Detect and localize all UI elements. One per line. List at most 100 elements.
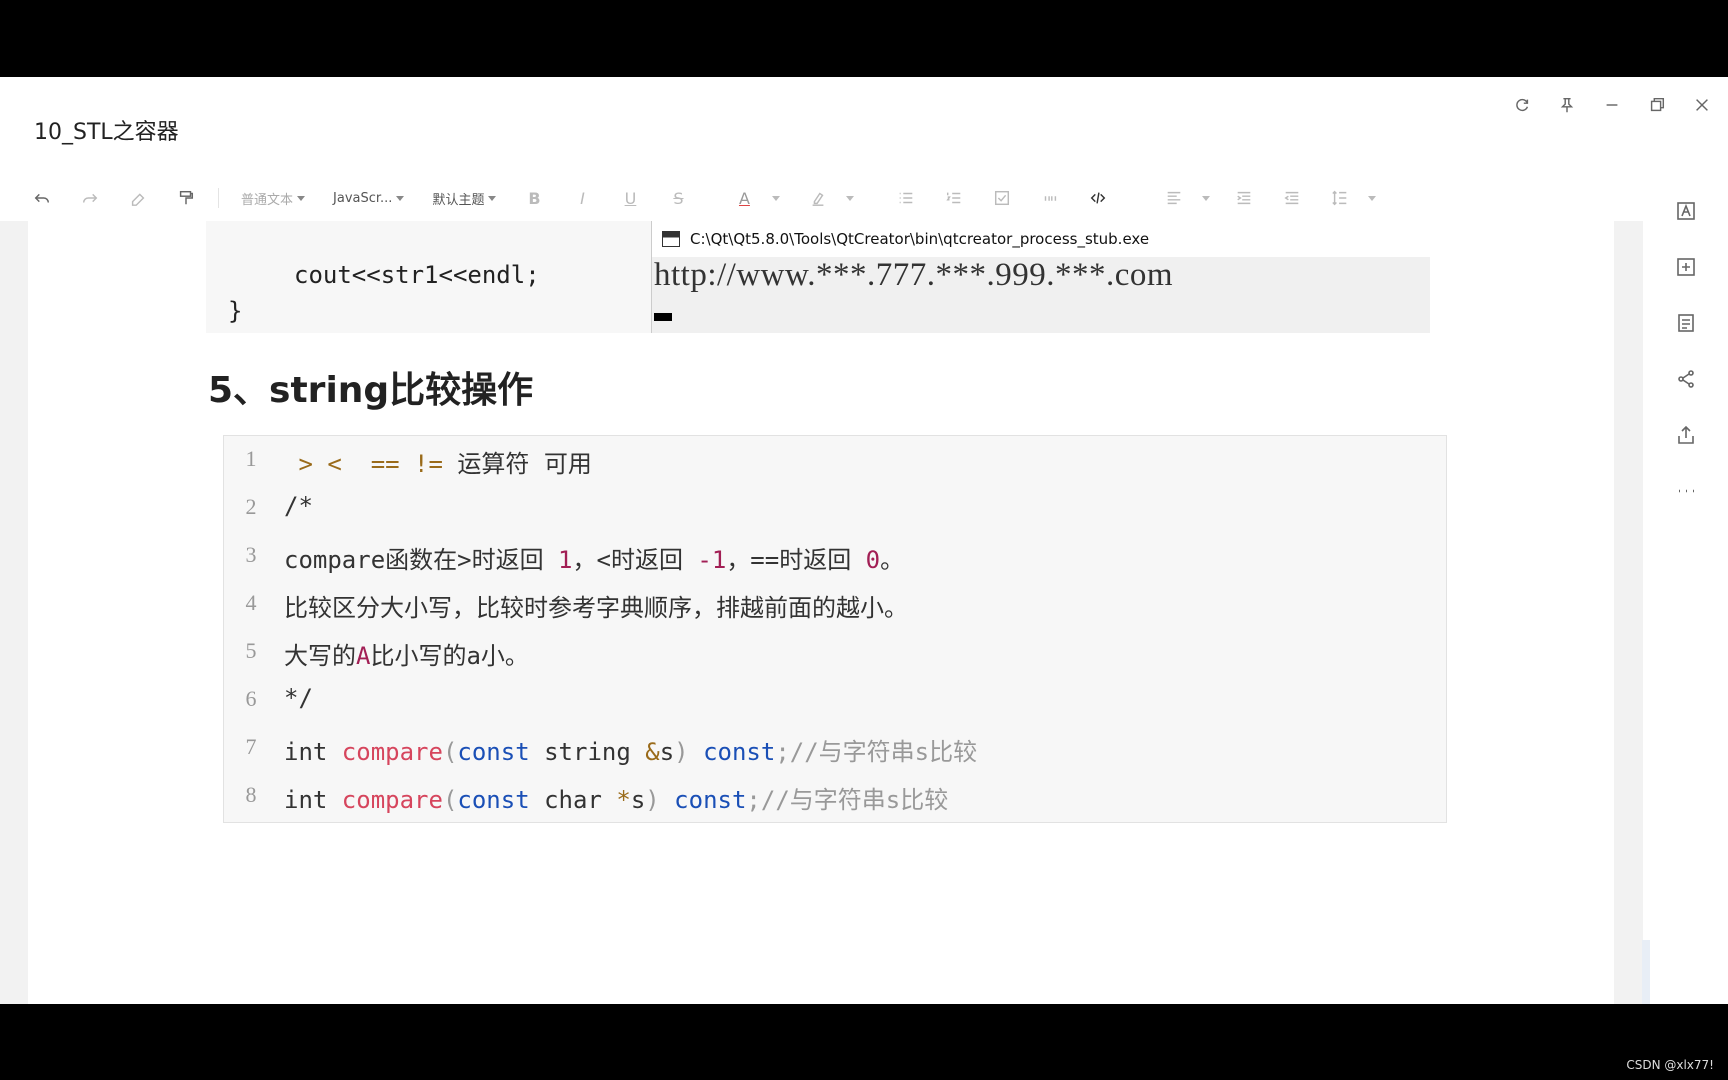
underline-icon[interactable]: U xyxy=(610,183,650,213)
bullet-list-icon[interactable] xyxy=(886,183,926,213)
watermark: CSDN @xlx77! xyxy=(1626,1058,1714,1072)
code-token: ) xyxy=(674,738,704,766)
code-token: const xyxy=(457,738,530,766)
theme-label: 默认主题 xyxy=(432,192,485,208)
code-line: } xyxy=(228,297,243,325)
console-body: http://www.***.777.***.999.***.com xyxy=(652,257,1430,333)
code-token: ，==时返回 xyxy=(726,546,866,574)
line-number: 2 xyxy=(245,494,257,519)
line-number: 1 xyxy=(245,446,257,471)
code-token: -1 xyxy=(697,546,727,574)
code-token: 。 xyxy=(880,546,905,574)
line-number: 5 xyxy=(245,638,257,663)
minimize-icon[interactable] xyxy=(1593,91,1630,119)
pin-icon[interactable] xyxy=(1548,91,1585,119)
code-line: 7 int compare(const string &s) const;//与… xyxy=(224,724,1444,768)
chevron-down-icon[interactable] xyxy=(846,195,855,201)
code-token: ) xyxy=(645,786,675,814)
code-line: } xyxy=(294,221,308,223)
code-token: string xyxy=(529,738,646,766)
insert-icon[interactable] xyxy=(1666,247,1706,287)
code-token: compare xyxy=(341,786,443,814)
line-number: 7 xyxy=(245,734,257,759)
bold-icon[interactable]: B xyxy=(514,183,554,213)
code-token: ，<时返回 xyxy=(572,546,698,574)
checklist-icon[interactable] xyxy=(982,183,1022,213)
right-sidebar xyxy=(1643,175,1728,1004)
code-token: * xyxy=(616,786,631,814)
close-icon[interactable] xyxy=(1683,91,1720,119)
export-icon[interactable] xyxy=(1666,415,1706,455)
console-title: C:\Qt\Qt5.8.0\Tools\QtCreator\bin\qtcrea… xyxy=(690,230,1150,248)
console-window[interactable]: C:\Qt\Qt5.8.0\Tools\QtCreator\bin\qtcrea… xyxy=(651,221,1430,333)
window-controls xyxy=(1503,91,1720,119)
chevron-down-icon[interactable] xyxy=(1202,195,1211,201)
align-icon[interactable] xyxy=(1154,183,1194,213)
console-app-icon xyxy=(662,231,680,247)
chevron-down-icon[interactable] xyxy=(1368,195,1377,201)
code-language-label: JavaScr... xyxy=(333,190,393,206)
paragraph-style-select[interactable]: 普通文本 xyxy=(233,183,313,213)
document-page[interactable]: } cout<<str1<<endl; } C:\Qt\Qt5.8.0\Tool… xyxy=(28,221,1614,1004)
refresh-icon[interactable] xyxy=(1503,91,1540,119)
code-token: compare xyxy=(341,738,443,766)
code-token: == != xyxy=(356,450,458,478)
console-title-bar: C:\Qt\Qt5.8.0\Tools\QtCreator\bin\qtcrea… xyxy=(652,221,1430,257)
code-token: > < xyxy=(284,450,357,478)
code-token: & xyxy=(645,738,660,766)
theme-select[interactable]: 默认主题 xyxy=(424,183,504,213)
code-token: 0 xyxy=(865,546,881,574)
code-line: 3 compare函数在>时返回 1，<时返回 -1，==时返回 0。 xyxy=(224,532,1444,576)
text-style-icon[interactable] xyxy=(1666,191,1706,231)
indent-icon[interactable] xyxy=(1224,183,1264,213)
numbered-list-icon[interactable] xyxy=(934,183,974,213)
code-line: 6 */ xyxy=(224,676,1444,720)
code-token: 大写的 xyxy=(284,642,356,670)
quote-icon[interactable] xyxy=(1030,183,1070,213)
code-token: 1 xyxy=(558,546,573,574)
code-token: s xyxy=(630,786,646,814)
code-token: s xyxy=(659,738,675,766)
code-token: char xyxy=(529,786,617,814)
outdent-icon[interactable] xyxy=(1272,183,1312,213)
code-icon[interactable] xyxy=(1078,183,1118,213)
restore-icon[interactable] xyxy=(1638,91,1675,119)
paragraph-style-label: 普通文本 xyxy=(241,192,294,208)
code-token: 比小写的a小。 xyxy=(370,642,529,670)
code-token: const xyxy=(674,786,747,814)
console-output: http://www.***.777.***.999.***.com xyxy=(654,257,1174,293)
code-token: const xyxy=(703,738,776,766)
italic-icon[interactable]: I xyxy=(562,183,602,213)
code-token: const xyxy=(457,786,530,814)
outline-icon[interactable] xyxy=(1666,303,1706,343)
code-line: 1 > < == != 运算符 可用 xyxy=(224,436,1444,480)
eraser-icon[interactable] xyxy=(118,183,158,213)
line-number: 6 xyxy=(245,686,257,711)
line-number: 8 xyxy=(245,782,257,807)
code-token: int xyxy=(284,786,342,814)
code-token: int xyxy=(284,738,342,766)
code-token: compare函数在>时返回 xyxy=(284,546,559,574)
editor-window: 10_STL之容器 普通文本 JavaScr... 默认主题 B I U S A… xyxy=(0,77,1728,1004)
code-line: 4 比较区分大小写，比较时参考字典顺序，排越前面的越小。 xyxy=(224,580,1444,624)
code-token: ;//与字符串s比较 xyxy=(746,786,949,814)
line-height-icon[interactable] xyxy=(1320,183,1360,213)
chevron-down-icon xyxy=(396,195,405,201)
chevron-down-icon[interactable] xyxy=(772,195,781,201)
scrollbar[interactable] xyxy=(1642,940,1650,1004)
code-language-select[interactable]: JavaScr... xyxy=(325,183,412,213)
code-token: /* xyxy=(284,492,313,520)
code-block[interactable]: 1 > < == != 运算符 可用 2 /* 3 compare函数在>时返回… xyxy=(223,435,1447,823)
code-token: 比较区分大小写，比较时参考字典顺序，排越前面的越小。 xyxy=(284,594,908,622)
highlight-icon[interactable] xyxy=(798,183,838,213)
chevron-down-icon xyxy=(297,195,306,201)
redo-icon[interactable] xyxy=(70,183,110,213)
undo-icon[interactable] xyxy=(22,183,62,213)
toolbar-divider xyxy=(218,188,219,208)
format-painter-icon[interactable] xyxy=(166,183,206,213)
font-color-icon[interactable]: A xyxy=(724,183,764,213)
more-icon[interactable] xyxy=(1666,471,1706,511)
title-bar: 10_STL之容器 xyxy=(0,77,1728,175)
strikethrough-icon[interactable]: S xyxy=(658,183,698,213)
share-icon[interactable] xyxy=(1666,359,1706,399)
